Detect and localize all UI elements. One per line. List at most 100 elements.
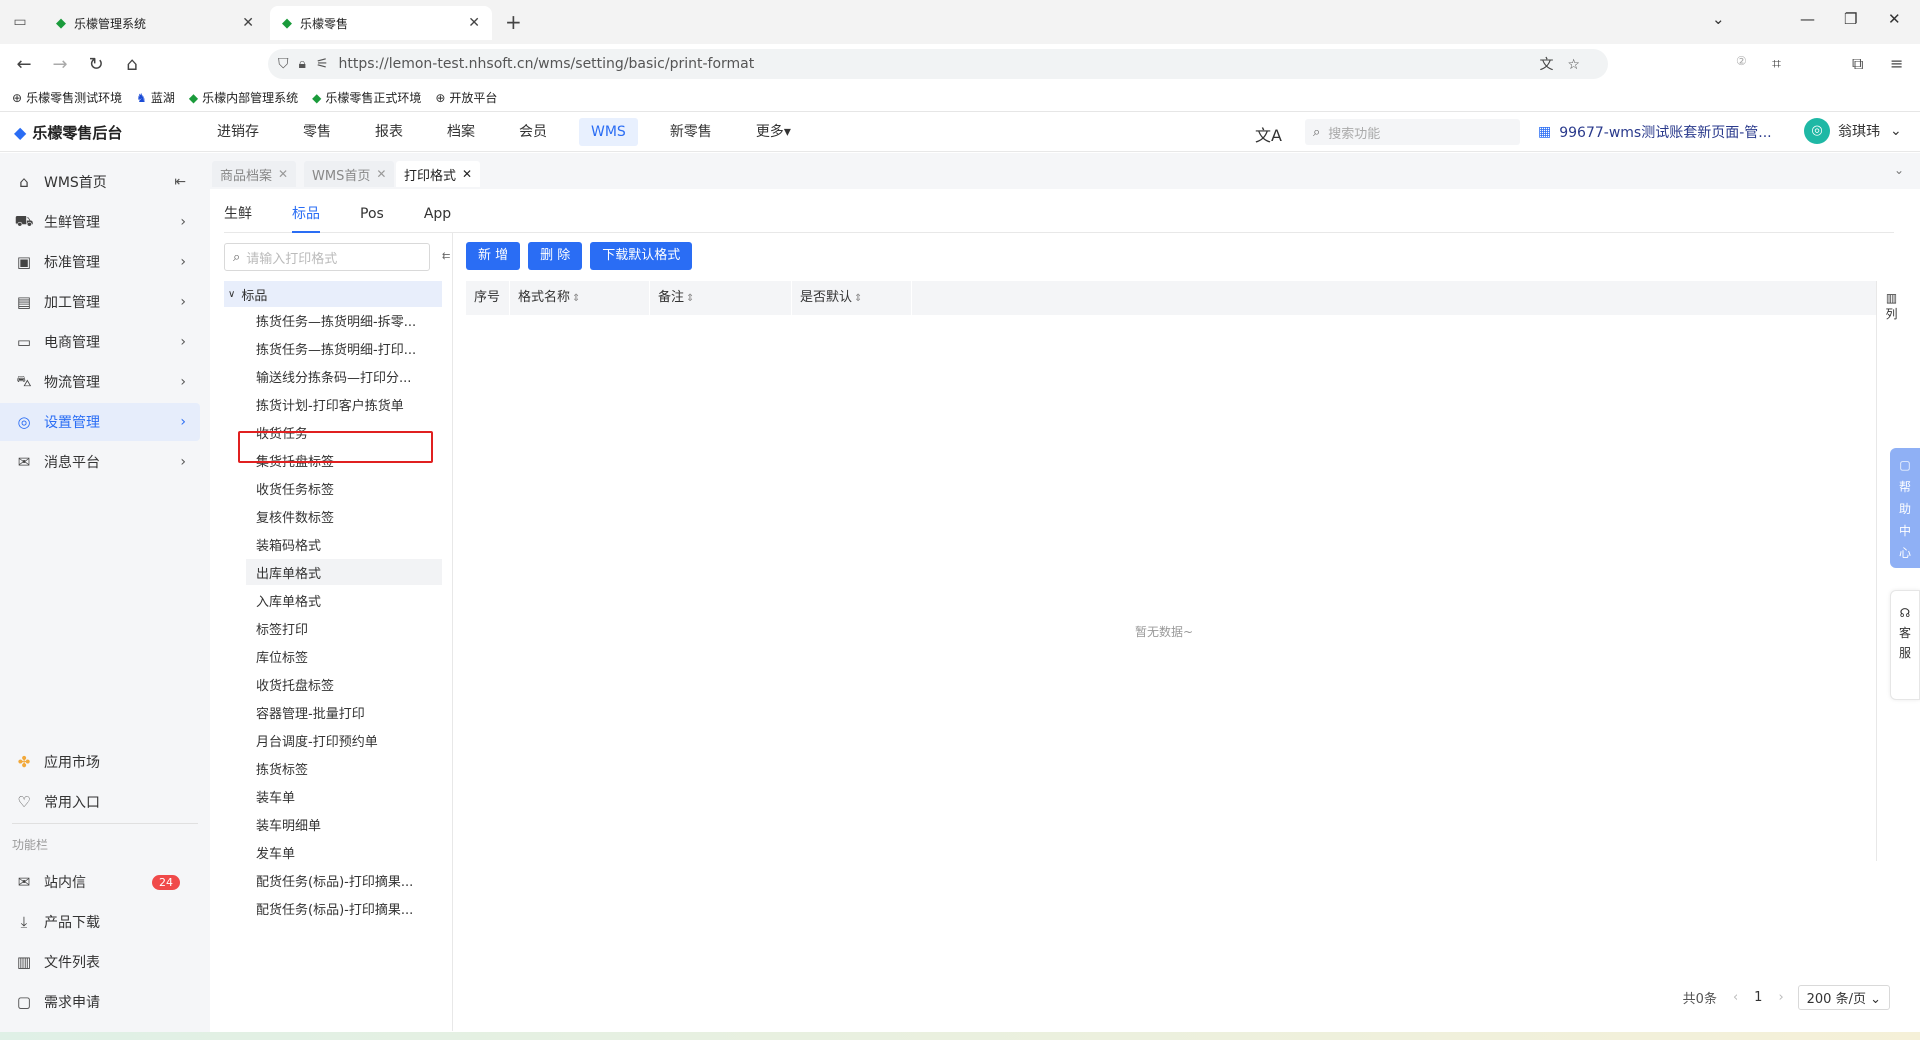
extension-badge-icon[interactable]: ② <box>1736 54 1747 68</box>
app-logo[interactable]: ◆ 乐檬零售后台 <box>14 122 122 143</box>
tree-node[interactable]: 集货托盘标签 <box>246 447 442 473</box>
user-menu[interactable]: ◎ 翁琪玮 ⌄ <box>1804 118 1902 144</box>
collapse-sidebar-icon[interactable]: ⇤ <box>174 174 186 190</box>
top-nav-item[interactable]: 档案 <box>435 118 487 146</box>
tree-node[interactable]: 复核件数标签 <box>246 503 442 529</box>
tab-overview-icon[interactable]: ▭ <box>10 12 30 32</box>
sidebar-item-download[interactable]: ⤓ 产品下载 <box>0 903 200 941</box>
bookmark-item[interactable]: ⊕ 乐檬零售测试环境 <box>12 89 122 106</box>
sort-icon[interactable]: ⇕ <box>686 293 694 304</box>
sort-icon[interactable]: ⇕ <box>572 293 580 304</box>
close-icon[interactable]: ✕ <box>278 167 288 181</box>
prev-page-icon[interactable]: ‹ <box>1733 990 1738 1005</box>
tree-node[interactable]: 入库单格式 <box>246 587 442 613</box>
page-tab-goods-archive[interactable]: 商品档案 ✕ <box>212 161 297 187</box>
tab-list-chevron-icon[interactable]: ⌄ <box>1712 10 1725 28</box>
bookmark-item[interactable]: ⊕ 开放平台 <box>435 89 497 106</box>
sidebar-item-message[interactable]: ✉ 消息平台 › <box>0 443 200 481</box>
sidebar-item-logistics[interactable]: ⛍ 物流管理 › <box>0 363 200 401</box>
column-header-remark[interactable]: 备注 ⇕ <box>650 281 792 315</box>
tree-node[interactable]: 收货任务 <box>246 419 442 445</box>
top-nav-item[interactable]: 零售 <box>291 118 343 146</box>
tree-node[interactable]: 拣货标签 <box>246 755 442 781</box>
tree-node[interactable]: 标签打印 <box>246 615 442 641</box>
function-search[interactable]: ⌕ 搜索功能 <box>1305 119 1520 145</box>
tree-node[interactable]: 装车单 <box>246 783 442 809</box>
forward-icon[interactable]: → <box>48 54 72 75</box>
column-settings[interactable]: ▥ 列 <box>1876 281 1906 861</box>
sort-icon[interactable]: ⇕ <box>854 293 862 304</box>
sidebar-item-standard[interactable]: ▣ 标准管理 › <box>0 243 200 281</box>
sidebar-item-app-market[interactable]: ✤ 应用市场 <box>0 743 200 781</box>
bookmark-item[interactable]: ◆ 乐檬零售正式环境 <box>312 89 421 106</box>
tree-node[interactable]: 拣货任务—拣货明细-打印... <box>246 335 442 361</box>
tree-node[interactable]: 库位标签 <box>246 643 442 669</box>
tree-node[interactable]: 发车单 <box>246 839 442 865</box>
site-info-icon[interactable]: ⚟ <box>316 56 329 72</box>
top-nav-item[interactable]: 新零售 <box>658 118 724 146</box>
tab-app[interactable]: App <box>424 203 451 233</box>
browser-tab-2[interactable]: ◆ 乐檬零售 ✕ <box>270 6 492 40</box>
home-icon[interactable]: ⌂ <box>120 54 144 75</box>
translate-icon[interactable]: 文A <box>1255 122 1282 146</box>
browser-menu-icon[interactable]: ≡ <box>1890 54 1903 73</box>
top-nav-item[interactable]: 会员 <box>507 118 559 146</box>
top-nav-more[interactable]: 更多▾ <box>744 118 803 146</box>
reload-icon[interactable]: ↻ <box>84 54 108 75</box>
tab-fresh[interactable]: 生鲜 <box>224 203 252 233</box>
page-tab-print-format[interactable]: 打印格式 ✕ <box>396 161 481 187</box>
tab-pos[interactable]: Pos <box>360 203 384 233</box>
minimize-icon[interactable]: — <box>1800 10 1815 28</box>
tree-node[interactable]: 装箱码格式 <box>246 531 442 557</box>
top-nav-item-wms[interactable]: WMS <box>579 118 638 146</box>
account-selector[interactable]: ▦ 99677-wms测试账套新页面-管... <box>1538 122 1772 142</box>
collapse-panel-icon[interactable]: ⇇ <box>442 251 450 262</box>
tree-node[interactable]: 出库单格式 <box>246 559 442 585</box>
tree-node[interactable]: 配货任务(标品)-打印摘果... <box>246 895 442 921</box>
window-close-icon[interactable]: ✕ <box>1888 10 1901 28</box>
sidebar-item-request[interactable]: ▢ 需求申请 <box>0 983 200 1021</box>
tree-node[interactable]: 收货任务标签 <box>246 475 442 501</box>
sidebar-item-inbox[interactable]: ✉ 站内信 24 <box>0 863 200 901</box>
tree-node[interactable]: 收货托盘标签 <box>246 671 442 697</box>
sidebar-item-process[interactable]: ▤ 加工管理 › <box>0 283 200 321</box>
new-tab-icon[interactable]: + <box>505 10 522 34</box>
tab-standard[interactable]: 标品 <box>292 203 320 233</box>
tree-node[interactable]: 配货任务(标品)-打印摘果... <box>246 867 442 893</box>
tree-node[interactable]: 月台调度-打印预约单 <box>246 727 442 753</box>
sidebar-item-settings[interactable]: ◎ 设置管理 › <box>0 403 200 441</box>
close-icon[interactable]: ✕ <box>468 15 480 31</box>
caret-down-icon[interactable]: ∨ <box>228 289 235 300</box>
page-number[interactable]: 1 <box>1754 990 1762 1005</box>
tree-node[interactable]: 容器管理-批量打印 <box>246 699 442 725</box>
download-default-format-button[interactable]: 下载默认格式 <box>590 242 693 270</box>
delete-button[interactable]: 删 除 <box>528 242 583 270</box>
column-header-default[interactable]: 是否默认 ⇕ <box>792 281 912 315</box>
tree-node[interactable]: 拣货计划-打印客户拣货单 <box>246 391 442 417</box>
url-field[interactable]: ⛉ 🔒︎ ⚟ https://lemon-test.nhsoft.cn/wms/… <box>268 49 1608 79</box>
top-nav-item[interactable]: 进销存 <box>205 118 271 146</box>
bookmark-item[interactable]: ◆ 乐檬内部管理系统 <box>189 89 298 106</box>
column-header-name[interactable]: 格式名称 ⇕ <box>510 281 650 315</box>
crop-icon[interactable]: ⌗ <box>1772 54 1781 74</box>
chevron-down-icon[interactable]: ⌄ <box>1894 163 1904 177</box>
close-icon[interactable]: ✕ <box>462 167 472 181</box>
top-nav-item[interactable]: 报表 <box>363 118 415 146</box>
sidebar-item-favorites[interactable]: ♡ 常用入口 <box>0 783 200 821</box>
sidebar-item-fresh[interactable]: ⛟ 生鲜管理 › <box>0 203 200 241</box>
next-page-icon[interactable]: › <box>1778 990 1783 1005</box>
page-size-select[interactable]: 200 条/页 ⌄ <box>1797 985 1890 1010</box>
close-icon[interactable]: ✕ <box>242 15 254 31</box>
tree-node[interactable]: 拣货任务—拣货明细-拆零... <box>246 307 442 333</box>
sidebar-item-wms-home[interactable]: ⌂ WMS首页 ⇤ <box>0 163 200 201</box>
extensions-icon[interactable]: ⧉ <box>1852 54 1863 74</box>
help-center-button[interactable]: ▢ 帮助中心 <box>1890 448 1920 568</box>
tree-search-input[interactable]: ⌕ 请输入打印格式 <box>224 243 430 271</box>
add-button[interactable]: 新 增 <box>466 242 521 270</box>
tree-node[interactable]: 输送线分拣条码—打印分... <box>246 363 442 389</box>
browser-tab-1[interactable]: ◆ 乐檬管理系统 ✕ <box>44 6 266 40</box>
restore-icon[interactable]: ❐ <box>1844 10 1857 28</box>
close-icon[interactable]: ✕ <box>376 167 386 181</box>
back-icon[interactable]: ← <box>12 54 36 75</box>
customer-service-button[interactable]: ☊ 客服 <box>1890 590 1920 700</box>
